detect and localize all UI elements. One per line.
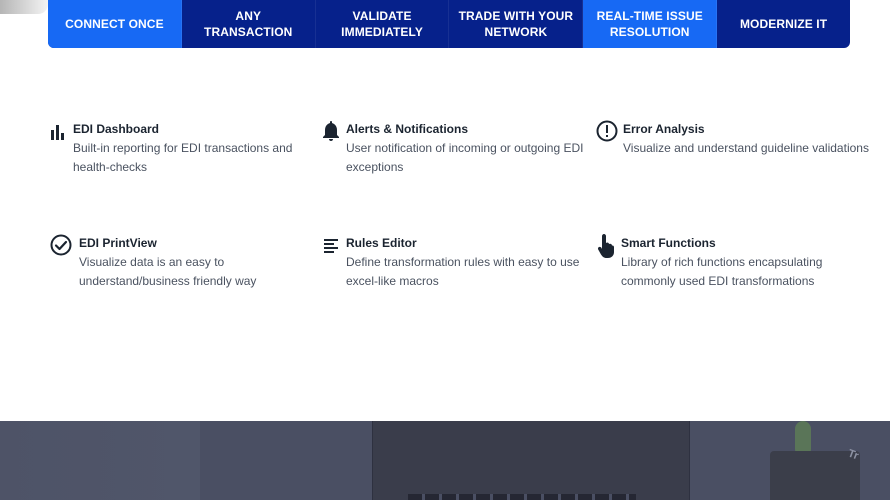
feature-title: Smart Functions <box>621 236 716 250</box>
feature-tab-bar: CONNECT ONCE ANY TRANSACTION VALIDATE IM… <box>48 0 850 48</box>
feature-error-analysis: Error Analysis Visualize and understand … <box>595 119 869 158</box>
feature-edi-printview: EDI PrintView Visualize data is an easy … <box>49 233 257 291</box>
feature-description: Built-in reporting for EDI transactions … <box>73 141 293 174</box>
feature-description: Visualize and understand guideline valid… <box>623 141 869 155</box>
feature-description: Define transformation rules with easy to… <box>346 255 580 288</box>
feature-alerts-notifications: Alerts & Notifications User notification… <box>320 121 583 177</box>
tab-any-transaction[interactable]: ANY TRANSACTION <box>182 0 316 48</box>
hand-pointer-icon <box>595 233 617 259</box>
feature-smart-functions: Smart Functions Library of rich function… <box>595 233 823 291</box>
feature-description: Visualize data is an easy to understand/… <box>79 255 257 288</box>
tab-trade-with-your-network[interactable]: TRADE WITH YOUR NETWORK <box>449 0 584 48</box>
feature-rules-editor: Rules Editor Define transformation rules… <box>320 235 579 291</box>
feature-title: Error Analysis <box>623 122 705 136</box>
tab-connect-once[interactable]: CONNECT ONCE <box>48 0 182 48</box>
header-shadow <box>0 0 48 14</box>
exclamation-circle-icon <box>595 119 619 143</box>
hero-background-image: Tr <box>0 421 890 500</box>
feature-title: Alerts & Notifications <box>346 122 469 136</box>
background-panel <box>0 421 200 500</box>
text-lines-icon <box>320 234 342 256</box>
feature-description: User notification of incoming or outgoin… <box>346 141 584 174</box>
laptop-image <box>372 421 690 500</box>
laptop-keyboard <box>408 494 636 500</box>
feature-edi-dashboard: EDI Dashboard Built-in reporting for EDI… <box>47 121 292 177</box>
feature-title: EDI Dashboard <box>73 122 160 136</box>
bar-chart-icon <box>47 120 69 142</box>
check-circle-icon <box>49 233 73 257</box>
bell-icon <box>320 120 342 142</box>
tab-modernize-it[interactable]: MODERNIZE IT <box>717 0 850 48</box>
feature-title: EDI PrintView <box>79 236 157 250</box>
tab-validate-immediately[interactable]: VALIDATE IMMEDIATELY <box>316 0 450 48</box>
feature-description: Library of rich functions encapsulating … <box>621 255 823 288</box>
tab-real-time-issue-resolution[interactable]: REAL-TIME ISSUE RESOLUTION <box>583 0 718 48</box>
feature-title: Rules Editor <box>346 236 417 250</box>
